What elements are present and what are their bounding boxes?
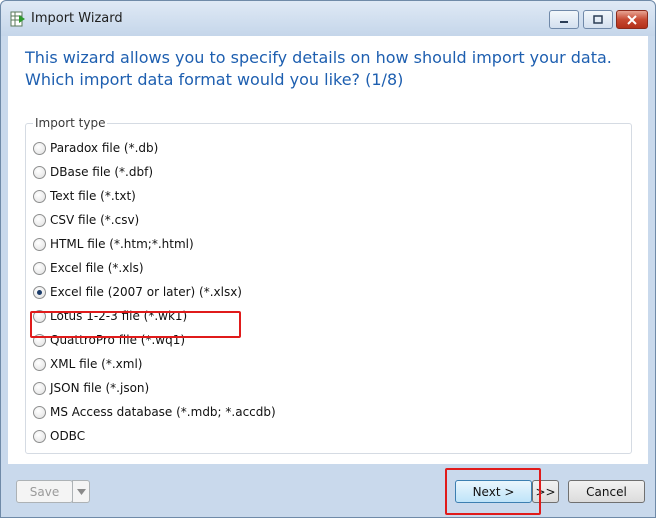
radio-label: JSON file (*.json): [50, 381, 150, 395]
radio-option-xls[interactable]: Excel file (*.xls): [33, 258, 144, 278]
radio-button[interactable]: [33, 381, 46, 395]
radio-label: Excel file (*.xls): [50, 261, 144, 275]
radio-label: HTML file (*.htm;*.html): [50, 237, 194, 251]
close-button[interactable]: [616, 10, 648, 29]
radio-label: ODBC: [50, 429, 86, 443]
radio-button[interactable]: [33, 429, 46, 443]
radio-button[interactable]: [33, 141, 46, 155]
radio-label: Excel file (2007 or later) (*.xlsx): [50, 285, 242, 299]
triangle-down-icon: [76, 488, 86, 495]
import-type-label: Import type: [33, 116, 108, 130]
save-dropdown-button[interactable]: [72, 480, 90, 503]
radio-button[interactable]: [33, 405, 46, 419]
selected-option-highlight: [30, 311, 241, 338]
heading-line-2: Which import data format would you like?…: [25, 70, 404, 89]
wizard-footer: Save >> Next > Cancel: [1, 464, 655, 518]
radio-option-html[interactable]: HTML file (*.htm;*.html): [33, 234, 194, 254]
radio-label: XML file (*.xml): [50, 357, 143, 371]
minimize-button[interactable]: [549, 10, 579, 29]
cancel-button[interactable]: Cancel: [568, 480, 645, 503]
radio-label: Text file (*.txt): [50, 189, 136, 203]
table-import-icon: [10, 11, 25, 27]
radio-label: MS Access database (*.mdb; *.accdb): [50, 405, 276, 419]
radio-option-xlsx[interactable]: Excel file (2007 or later) (*.xlsx): [33, 282, 242, 302]
window-title: Import Wizard: [31, 11, 123, 26]
radio-button[interactable]: [33, 165, 46, 179]
radio-label: Paradox file (*.db): [50, 141, 159, 155]
maximize-button[interactable]: [583, 10, 613, 29]
close-icon: [627, 14, 637, 25]
import-wizard-window: Import Wizard This wizard allows you to …: [0, 0, 656, 518]
next-button-highlight: [445, 468, 541, 515]
radio-option-paradox[interactable]: Paradox file (*.db): [33, 138, 158, 158]
minimize-icon: [560, 20, 568, 23]
wizard-heading: This wizard allows you to specify detail…: [25, 47, 635, 91]
radio-button[interactable]: [33, 237, 46, 251]
radio-option-dbase[interactable]: DBase file (*.dbf): [33, 162, 153, 182]
radio-button[interactable]: [33, 189, 46, 203]
maximize-icon: [593, 15, 603, 24]
radio-button[interactable]: [33, 357, 46, 371]
radio-option-xml[interactable]: XML file (*.xml): [33, 354, 142, 374]
heading-line-1: This wizard allows you to specify detail…: [25, 48, 612, 67]
radio-option-csv[interactable]: CSV file (*.csv): [33, 210, 139, 230]
radio-label: CSV file (*.csv): [50, 213, 140, 227]
radio-option-ms-access[interactable]: MS Access database (*.mdb; *.accdb): [33, 402, 276, 422]
radio-option-text[interactable]: Text file (*.txt): [33, 186, 136, 206]
import-type-group: Import type Paradox file (*.db) DBase fi…: [25, 116, 632, 454]
radio-option-json[interactable]: JSON file (*.json): [33, 378, 149, 398]
save-button[interactable]: Save: [16, 480, 73, 503]
radio-option-odbc[interactable]: ODBC: [33, 426, 85, 446]
radio-label: DBase file (*.dbf): [50, 165, 154, 179]
radio-button-selected[interactable]: [33, 285, 46, 299]
radio-button[interactable]: [33, 213, 46, 227]
title-bar[interactable]: Import Wizard: [1, 1, 655, 36]
radio-button[interactable]: [33, 261, 46, 275]
wizard-content: This wizard allows you to specify detail…: [8, 36, 648, 464]
